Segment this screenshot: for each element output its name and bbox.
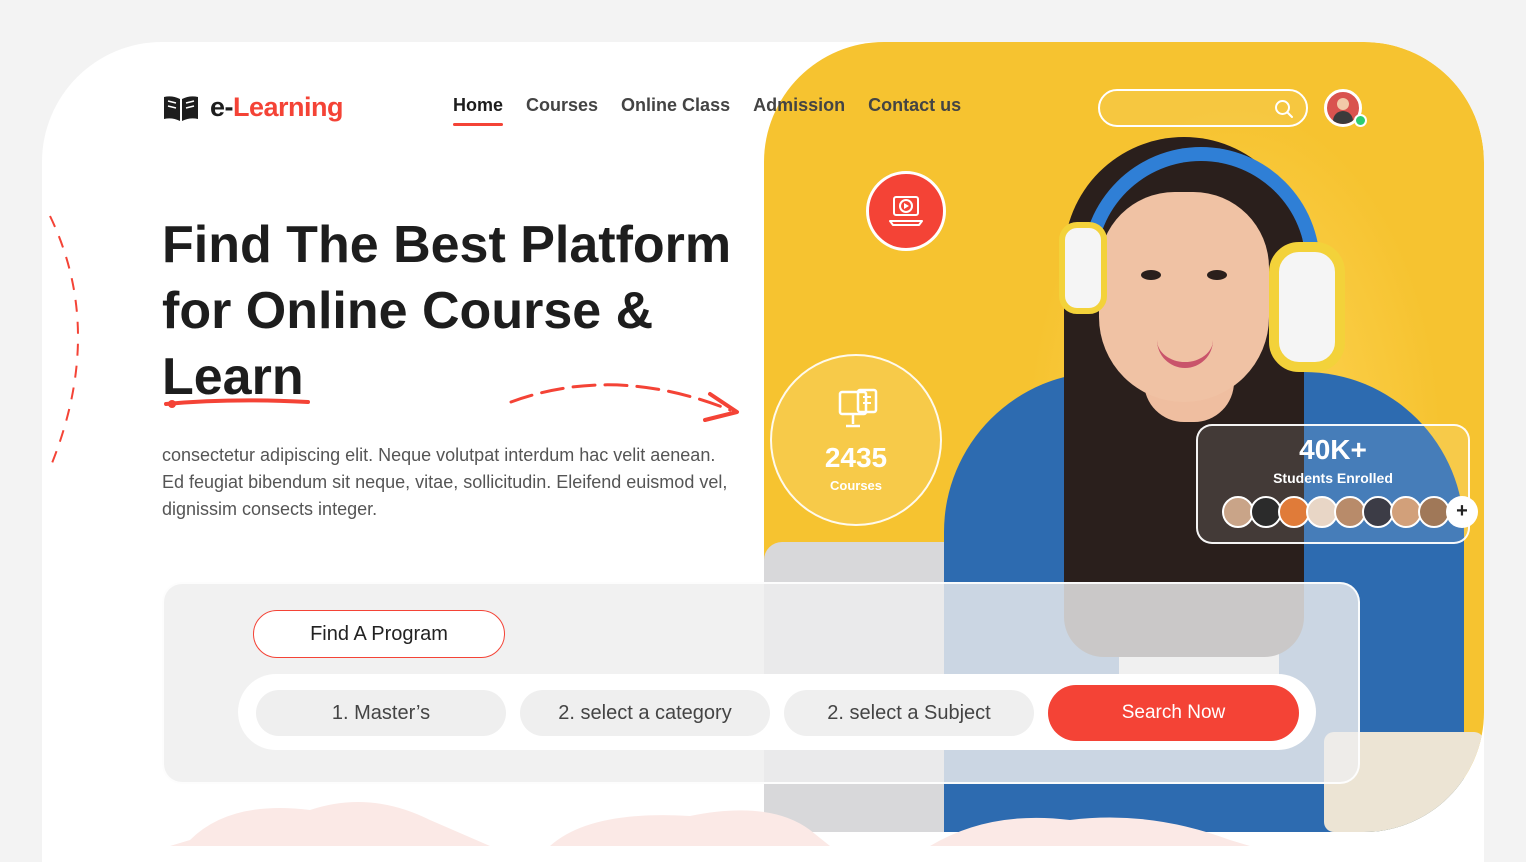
search-now-button[interactable]: Search Now — [1048, 685, 1299, 741]
decorative-dashed-arc — [49, 215, 79, 469]
courses-count: 2435 — [824, 442, 888, 473]
category-select[interactable]: 2. select a category — [520, 690, 770, 736]
main-nav: Home Courses Online Class Admission Cont… — [453, 95, 961, 126]
world-map-decoration — [170, 802, 1250, 846]
hero-description: consectetur adipiscing elit. Neque volut… — [162, 445, 728, 519]
nav-item-contact-us[interactable]: Contact us — [868, 95, 961, 126]
video-lesson-button[interactable] — [866, 171, 946, 251]
search-input[interactable] — [1114, 98, 1268, 116]
search-box — [1098, 89, 1308, 127]
decorative-arrow — [509, 383, 739, 422]
subject-select[interactable]: 2. select a Subject — [784, 690, 1034, 736]
degree-select[interactable]: 1. Master’s — [256, 690, 506, 736]
students-label: Students Enrolled — [1273, 470, 1393, 486]
headline-underline — [164, 398, 310, 408]
find-program-tab[interactable]: Find A Program — [253, 610, 505, 658]
headline-line-2: for Online Course & — [162, 282, 654, 340]
brand-accent: Learning — [233, 92, 344, 122]
open-book-icon — [164, 95, 198, 121]
laptop-video-icon — [889, 196, 923, 226]
nav-item-courses[interactable]: Courses — [526, 95, 598, 126]
online-status-dot — [1354, 114, 1367, 127]
students-count: 40K+ — [1299, 434, 1367, 465]
course-board-icon — [838, 388, 878, 428]
headline-line-1: Find The Best Platform — [162, 216, 732, 274]
brand-prefix: e- — [210, 92, 234, 122]
courses-label: Courses — [829, 478, 883, 493]
nav-item-admission[interactable]: Admission — [753, 95, 845, 126]
more-students-button[interactable]: + — [1446, 496, 1478, 528]
courses-stat-card: 2435 Courses — [770, 354, 942, 526]
nav-item-home[interactable]: Home — [453, 95, 504, 126]
students-stat-card: 40K+ Students Enrolled + — [1196, 424, 1478, 544]
brand-logo[interactable]: e-Learning — [162, 92, 344, 123]
nav-item-online-class[interactable]: Online Class — [621, 95, 730, 126]
student-avatars: + — [1222, 496, 1478, 528]
search-icon[interactable] — [1274, 99, 1294, 119]
brand-name: e-Learning — [210, 92, 344, 123]
